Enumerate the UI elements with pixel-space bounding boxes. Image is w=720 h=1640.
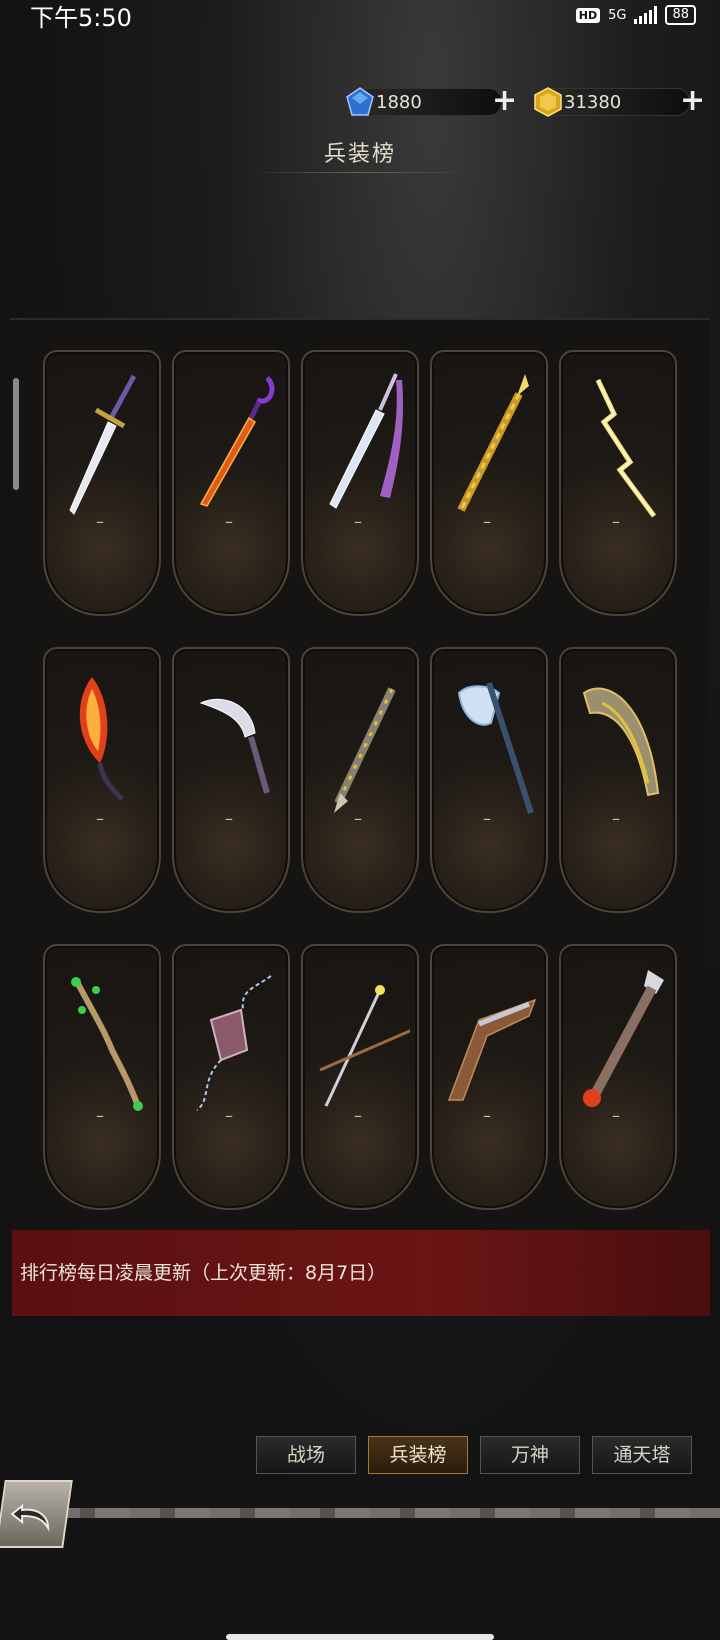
- weapon-card[interactable]: –: [430, 350, 548, 616]
- weapon-card[interactable]: –: [301, 944, 419, 1210]
- tasseled-sword-icon: [329, 373, 404, 509]
- add-gems-button[interactable]: +: [492, 86, 517, 116]
- weapon-card[interactable]: –: [430, 944, 548, 1210]
- star-wand-icon: [319, 985, 410, 1107]
- clock: 下午5:50: [30, 3, 132, 32]
- hd-badge: HD: [575, 7, 601, 23]
- weapon-card[interactable]: –: [559, 350, 677, 616]
- scorpion-blade-icon: [334, 687, 396, 813]
- weapon-rank: –: [483, 1106, 491, 1125]
- flintlock-pistol-icon: [447, 998, 537, 1101]
- weapon-card[interactable]: –: [559, 647, 677, 913]
- weapon-rank: –: [612, 1106, 620, 1125]
- back-button[interactable]: [0, 1480, 73, 1548]
- weapon-rank: –: [96, 1106, 104, 1125]
- nature-staff-icon: [71, 977, 143, 1111]
- gem-icon: [346, 87, 374, 116]
- gold-amount: 31380: [564, 92, 622, 113]
- add-gold-button[interactable]: +: [680, 86, 705, 116]
- weapon-card[interactable]: –: [43, 944, 161, 1210]
- weapon-card[interactable]: –: [172, 647, 290, 913]
- weapon-card[interactable]: –: [301, 647, 419, 913]
- status-indicators: HD 5G 88: [575, 5, 696, 25]
- weapon-rank: –: [354, 809, 362, 828]
- scrollbar[interactable]: [13, 378, 19, 490]
- weapon-card[interactable]: –: [172, 944, 290, 1210]
- weapon-rank: –: [354, 512, 362, 531]
- bottom-frame: [0, 1505, 720, 1640]
- gem-amount: 1880: [376, 92, 422, 113]
- gold-icon: [534, 87, 562, 117]
- back-arrow-icon: [10, 1503, 50, 1532]
- tab-pantheon[interactable]: 万神: [480, 1436, 580, 1474]
- bottom-frame-edge: [50, 1508, 720, 1518]
- weapon-card[interactable]: –: [172, 350, 290, 616]
- lightning-blade-icon: [595, 378, 657, 518]
- weapon-rank: –: [96, 512, 104, 531]
- tab-weapon-ranking[interactable]: 兵装榜: [368, 1436, 468, 1474]
- golden-spear-icon: [457, 374, 529, 512]
- weapon-rank: –: [225, 512, 233, 531]
- weapon-rank: –: [225, 809, 233, 828]
- status-bar: 下午5:50 HD 5G 88: [0, 0, 720, 32]
- page-title: 兵装榜: [323, 142, 396, 167]
- weapon-rank: –: [354, 1106, 362, 1125]
- weapon-card[interactable]: –: [430, 647, 548, 913]
- tab-tower[interactable]: 通天塔: [592, 1436, 692, 1474]
- curved-dagger-icon: [199, 698, 270, 794]
- weapon-card[interactable]: –: [559, 944, 677, 1210]
- weapon-card[interactable]: –: [43, 647, 161, 913]
- battle-axe-icon: [457, 682, 534, 814]
- weapon-rank: –: [483, 512, 491, 531]
- broadsword-icon: [69, 374, 137, 515]
- weapon-card[interactable]: –: [43, 350, 161, 616]
- axe-pistol-icon: [583, 970, 664, 1107]
- battery-icon: 88: [665, 5, 696, 25]
- weapon-card[interactable]: –: [301, 350, 419, 616]
- weapon-rank: –: [96, 809, 104, 828]
- weapon-rank: –: [483, 809, 491, 828]
- update-notice: 排行榜每日凌晨更新（上次更新：8月7日）: [12, 1230, 710, 1316]
- home-indicator[interactable]: [226, 1634, 494, 1640]
- flame-saber-icon: [199, 376, 275, 507]
- weapon-rank: –: [612, 512, 620, 531]
- title-divider: [250, 172, 470, 173]
- update-notice-text: 排行榜每日凌晨更新（上次更新：8月7日）: [20, 1262, 387, 1284]
- weapon-rank: –: [612, 809, 620, 828]
- fire-scimitar-icon: [79, 677, 124, 801]
- network-type: 5G: [608, 7, 627, 23]
- signal-icon: [634, 6, 658, 24]
- chain-gauntlet-icon: [196, 975, 272, 1111]
- horn-claw-icon: [582, 687, 660, 797]
- tab-battlefield[interactable]: 战场: [256, 1436, 356, 1474]
- weapon-rank: –: [225, 1106, 233, 1125]
